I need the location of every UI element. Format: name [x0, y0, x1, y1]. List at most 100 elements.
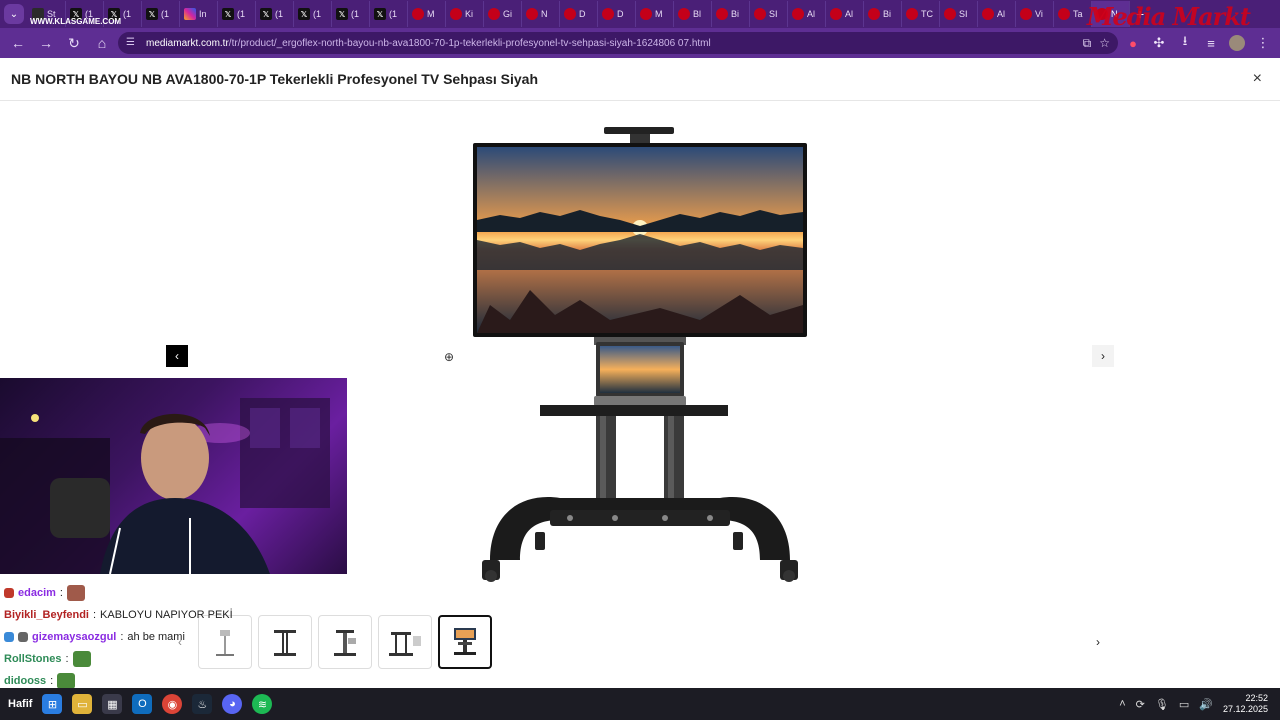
zoom-icon[interactable]: ⊕ — [444, 350, 454, 364]
tab-label: (1 — [389, 9, 398, 19]
mediamarkt-icon — [754, 8, 766, 20]
stream-watermark: WWW.KLASGAME.COM — [30, 17, 122, 26]
browser-tab[interactable]: 𝕏 (1 — [142, 1, 180, 27]
outlook-icon[interactable]: O — [132, 694, 153, 714]
product-image[interactable] — [460, 120, 820, 590]
thumbnail-5[interactable] — [438, 615, 492, 669]
close-gallery-button[interactable]: × — [1253, 70, 1262, 88]
webcam-overlay — [0, 378, 347, 574]
windows-taskbar: Hafif ⊞ ▭ ▦ O ◉ ♨ ◕ ≋ ˄ ⟳ 🎙 ▭ 🔊 22:52 27… — [0, 688, 1280, 720]
spotify-icon[interactable]: ≋ — [252, 694, 273, 714]
browser-tab[interactable]: 𝕏 (1 — [256, 1, 294, 27]
mediamarkt-icon — [678, 8, 690, 20]
address-toolbar: ← → ↻ ⌂ ☰ mediamarkt.com.tr/tr/product/_… — [0, 28, 1280, 58]
mediamarkt-icon — [1020, 8, 1032, 20]
tab-label: (1 — [351, 9, 360, 19]
microphone-icon[interactable]: 🎙 — [1155, 698, 1169, 711]
chat-username: gizemaysaozgul — [32, 631, 117, 643]
home-button[interactable]: ⌂ — [90, 31, 114, 55]
browser-tab[interactable]: 𝕏 (1 — [370, 1, 408, 27]
back-button[interactable]: ← — [6, 31, 30, 55]
browser-tab[interactable]: N — [522, 1, 560, 27]
browser-tab[interactable]: SI — [940, 1, 978, 27]
chat-message: RollStones : — [4, 648, 264, 670]
reload-button[interactable]: ↻ — [62, 31, 86, 55]
chat-text: ah be mami — [127, 631, 185, 643]
url-bar[interactable]: ☰ mediamarkt.com.tr/tr/product/_ergoflex… — [118, 32, 1118, 54]
browser-tab[interactable]: Vi — [1016, 1, 1054, 27]
browser-tab[interactable]: 𝕏 (1 — [294, 1, 332, 27]
mediamarkt-icon — [564, 8, 576, 20]
badge-icon — [4, 632, 14, 642]
browser-tab[interactable]: Bi — [712, 1, 750, 27]
thumbnail-next-button[interactable]: › — [1088, 632, 1108, 652]
extensions-puzzle-icon[interactable]: ✣ — [1148, 32, 1170, 54]
install-app-icon[interactable]: ⧉ — [1083, 36, 1092, 51]
x-icon: 𝕏 — [260, 8, 272, 20]
browser-tab[interactable]: Gi — [484, 1, 522, 27]
tab-label: Bi — [883, 9, 892, 19]
tab-label: Al — [845, 9, 854, 19]
store-icon[interactable]: ▦ — [102, 694, 123, 714]
browser-tab[interactable]: In — [180, 1, 218, 27]
browser-tab[interactable]: M — [636, 1, 674, 27]
chat-separator: : — [92, 609, 97, 621]
weather-widget[interactable]: Hafif — [8, 698, 32, 710]
thumbnail-3[interactable] — [318, 615, 372, 669]
browser-tab[interactable]: Al — [826, 1, 864, 27]
browser-tab[interactable]: 𝕏 (1 — [332, 1, 370, 27]
start-menu-icon[interactable]: ⊞ — [42, 694, 63, 714]
gallery-prev-button[interactable]: ‹ — [166, 345, 188, 367]
thumbnail-4[interactable] — [378, 615, 432, 669]
tab-label: (1 — [275, 9, 284, 19]
browser-menu-icon[interactable]: ⋮ — [1252, 32, 1274, 54]
tab-label: (1 — [161, 9, 170, 19]
browser-tab[interactable]: D — [598, 1, 636, 27]
thumbnail-2[interactable] — [258, 615, 312, 669]
mediamarkt-icon — [868, 8, 880, 20]
system-clock[interactable]: 22:52 27.12.2025 — [1223, 693, 1268, 715]
browser-tab[interactable]: Bl — [674, 1, 712, 27]
tab-label: (1 — [123, 9, 132, 19]
steam-icon[interactable]: ♨ — [192, 694, 213, 714]
chat-separator: : — [50, 675, 54, 687]
extension-record-icon[interactable]: ● — [1122, 32, 1144, 54]
browser-tab[interactable]: SI — [750, 1, 788, 27]
mediamarkt-icon — [602, 8, 614, 20]
display-icon[interactable]: ▭ — [1179, 698, 1189, 711]
gallery-next-button[interactable]: › — [1092, 345, 1114, 367]
profile-avatar[interactable] — [1226, 32, 1248, 54]
tab-label: D — [579, 9, 586, 19]
bookmark-star-icon[interactable]: ☆ — [1099, 36, 1110, 50]
sync-icon[interactable]: ⟳ — [1136, 698, 1145, 711]
browser-tab[interactable]: TC — [902, 1, 940, 27]
chat-username: RollStones — [4, 653, 62, 665]
product-gallery-header: NB NORTH BAYOU NB AVA1800-70-1P Tekerlek… — [0, 58, 1280, 101]
chrome-icon[interactable]: ◉ — [162, 694, 183, 714]
tab-label: Bl — [693, 9, 702, 19]
browser-tab[interactable]: Ki — [446, 1, 484, 27]
tab-label: In — [199, 9, 207, 19]
file-explorer-icon[interactable]: ▭ — [72, 694, 93, 714]
browser-tab[interactable]: M — [408, 1, 446, 27]
browser-tab[interactable]: Al — [788, 1, 826, 27]
tray-overflow-icon[interactable]: ˄ — [1119, 698, 1125, 710]
browser-tab[interactable]: Bi — [864, 1, 902, 27]
x-icon: 𝕏 — [146, 8, 158, 20]
browser-tab[interactable]: D — [560, 1, 598, 27]
volume-icon[interactable]: 🔊 — [1199, 698, 1213, 711]
tab-label: Al — [807, 9, 816, 19]
mediamarkt-icon — [640, 8, 652, 20]
url-text[interactable]: mediamarkt.com.tr/tr/product/_ergoflex-n… — [146, 38, 1075, 49]
forward-button[interactable]: → — [34, 31, 58, 55]
chat-separator: : — [120, 631, 124, 643]
browser-tab[interactable]: 𝕏 (1 — [218, 1, 256, 27]
download-icon[interactable]: ⭳ — [1174, 32, 1196, 54]
discord-icon[interactable]: ◕ — [222, 694, 243, 714]
tab-label: Ta — [1073, 9, 1083, 19]
media-control-icon[interactable]: ≡ — [1200, 32, 1222, 54]
chat-message: edacim : — [4, 582, 264, 604]
browser-tab[interactable]: Al — [978, 1, 1016, 27]
tab-search-button[interactable]: ⌄ — [4, 4, 24, 24]
site-info-icon[interactable]: ☰ — [126, 37, 138, 49]
